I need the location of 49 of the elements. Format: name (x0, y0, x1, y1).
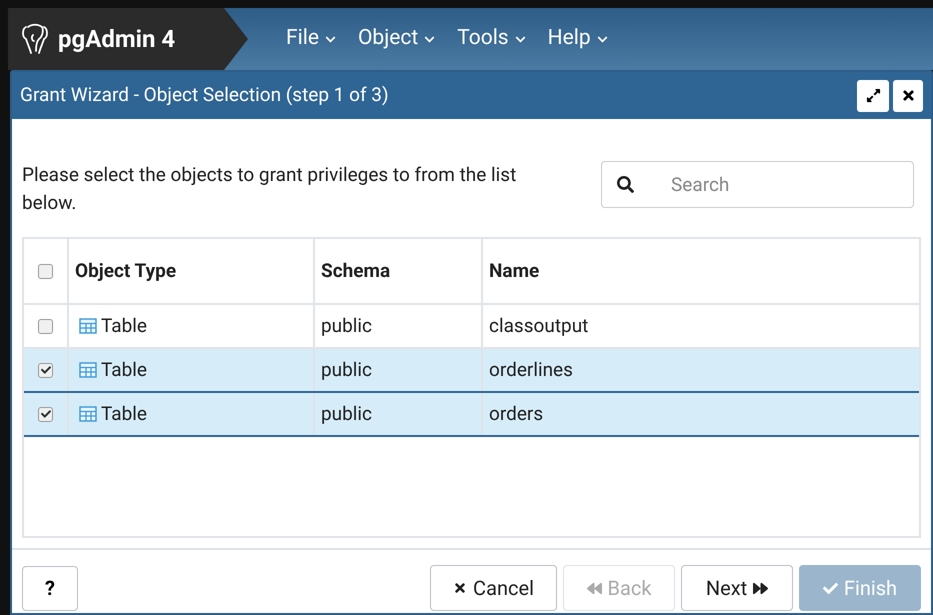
checkbox[interactable] (38, 362, 53, 378)
menu-item[interactable]: Tools (457, 23, 526, 55)
column-header[interactable]: Name (483, 239, 919, 303)
table-row[interactable]: Table public orderlines (24, 349, 919, 393)
chevron-down-icon (324, 34, 336, 44)
close-icon (900, 88, 916, 103)
table-cell-text: public (321, 312, 372, 339)
elephant-logo-icon (20, 23, 50, 55)
column-header[interactable]: Object Type (69, 239, 315, 303)
search-field[interactable]: Search (601, 161, 914, 208)
menu-item[interactable]: Help (548, 23, 608, 55)
expand-icon (866, 88, 880, 103)
chevron-down-icon (424, 34, 436, 44)
fast-forward-icon (753, 580, 768, 596)
next-button[interactable]: Next (681, 565, 793, 611)
cancel-button[interactable]: Cancel (430, 565, 557, 611)
menu-item[interactable]: Object (358, 23, 436, 55)
maximize-button[interactable] (857, 80, 889, 112)
instruction-text: Please select the objects to grant privileges to from the list below. (22, 162, 518, 216)
close-button[interactable] (893, 80, 923, 112)
column-header[interactable]: Schema (315, 239, 483, 303)
table-cell-text: orderlines (489, 356, 573, 383)
table-cell-text: orders (489, 400, 544, 427)
close-icon (453, 581, 468, 595)
table-icon (79, 362, 97, 378)
table-icon (79, 406, 97, 422)
app-title: pgAdmin 4 (58, 24, 176, 55)
table-row[interactable]: Table public orders (24, 393, 919, 437)
table-cell-text: Table (101, 312, 147, 339)
checkbox[interactable] (38, 318, 53, 334)
dialog-title: Grant Wizard - Object Selection (step 1 of 3) (20, 82, 390, 108)
check-icon (822, 580, 838, 596)
table-cell-text: public (321, 400, 372, 427)
menu-item[interactable]: File (286, 23, 336, 55)
table-cell-text: Table (101, 400, 147, 427)
checkbox[interactable] (38, 406, 53, 422)
table-row[interactable]: Table public classoutput (24, 305, 919, 349)
rewind-icon (586, 580, 602, 596)
check-icon (40, 365, 50, 375)
help-button[interactable]: ? (22, 566, 78, 610)
chevron-down-icon (514, 34, 526, 44)
table-cell-text: public (321, 356, 372, 383)
table-cell-text: Table (101, 356, 147, 383)
checkbox[interactable] (38, 264, 53, 278)
table-cell-text: classoutput (489, 312, 588, 339)
table-icon (79, 318, 97, 334)
chevron-down-icon (596, 34, 608, 44)
search-icon (617, 176, 634, 193)
check-icon (40, 409, 50, 419)
